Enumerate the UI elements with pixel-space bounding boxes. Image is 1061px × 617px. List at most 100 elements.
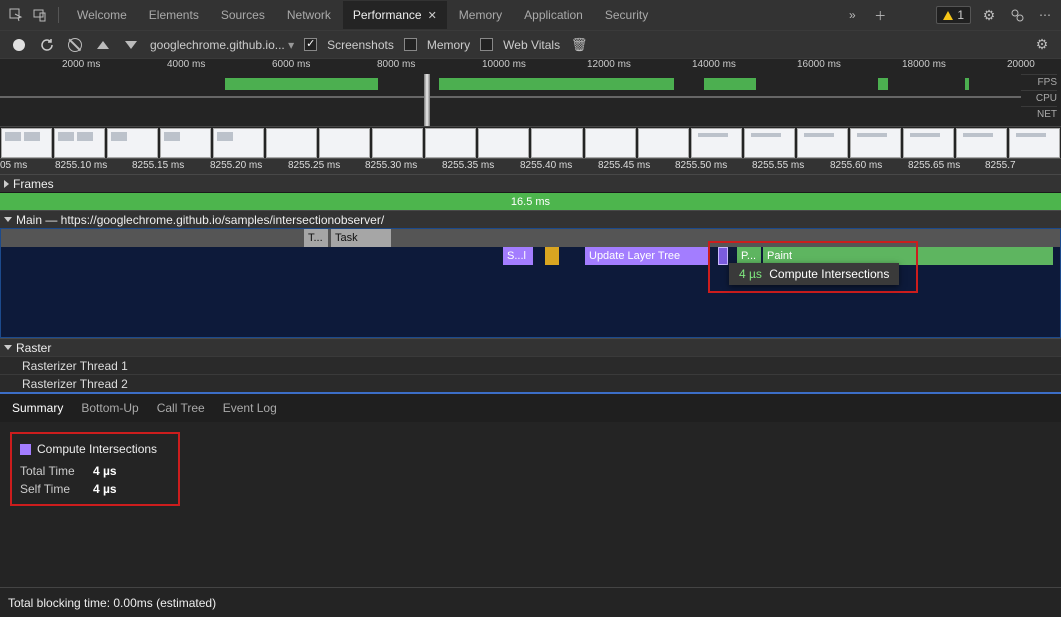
detail-tabs: Summary Bottom-Up Call Tree Event Log [0,392,1061,422]
summary-row: Total Time 4 µs [20,464,170,478]
screenshot-thumb[interactable] [319,128,370,158]
tab-summary[interactable]: Summary [12,401,63,415]
memory-checkbox[interactable] [404,38,417,51]
device-toggle-icon[interactable] [30,5,50,25]
tab-network[interactable]: Network [277,1,341,29]
toolbar-settings-icon[interactable]: ⚙ [1033,36,1051,54]
tab-bottomup[interactable]: Bottom-Up [81,401,138,415]
task-segment[interactable]: T... [304,229,328,247]
color-swatch [20,444,31,455]
flame-chart[interactable]: T... Task S...l Update Layer Tree P... P… [0,228,1061,338]
screenshot-thumb[interactable] [956,128,1007,158]
update-layer-tree-segment[interactable]: Update Layer Tree [585,247,709,265]
frames-lane: Frames 16.5 ms [0,174,1061,210]
summary-value: 4 µs [93,482,117,496]
settings-icon[interactable]: ⚙ [979,5,999,25]
screenshot-thumb[interactable] [1009,128,1060,158]
screenshot-thumb[interactable] [213,128,264,158]
summary-value: 4 µs [93,464,117,478]
screenshot-thumb[interactable] [850,128,901,158]
overview-minimap[interactable]: FPS CPU NET 2000 ms 4000 ms 6000 ms 8000… [0,58,1061,126]
frames-duration: 16.5 ms [511,196,550,208]
raster-thread[interactable]: Rasterizer Thread 2 [0,374,1061,392]
ov-tick: 12000 ms [587,59,631,70]
site-dropdown[interactable]: googlechrome.github.io... [150,38,294,52]
webvitals-checkbox[interactable] [480,38,493,51]
ruler-tick: 05 ms [0,160,27,171]
summary-row: Self Time 4 µs [20,482,170,496]
blocking-time-bar: Total blocking time: 0.00ms (estimated) [0,587,1061,617]
frames-header[interactable]: Frames [0,174,1061,192]
panel-tabs: Welcome Elements Sources Network Perform… [67,0,658,30]
ruler-tick: 8255.20 ms [210,160,262,171]
screenshot-thumb[interactable] [160,128,211,158]
screenshot-thumb[interactable] [903,128,954,158]
close-icon[interactable]: ✕ [428,9,437,22]
raster-header[interactable]: Raster [0,338,1061,356]
detail-ruler[interactable]: 05 ms 8255.10 ms 8255.15 ms 8255.20 ms 8… [0,158,1061,174]
download-button[interactable] [122,36,140,54]
screenshot-thumb[interactable] [372,128,423,158]
screenshot-thumb[interactable] [107,128,158,158]
ruler-tick: 8255.30 ms [365,160,417,171]
fps-label: FPS [1021,74,1057,90]
warnings-badge[interactable]: 1 [936,6,971,24]
expand-icon [4,180,9,188]
inspect-icon[interactable] [6,5,26,25]
warning-icon [943,11,953,20]
tab-application[interactable]: Application [514,1,593,29]
tab-security[interactable]: Security [595,1,658,29]
screenshot-thumb[interactable] [266,128,317,158]
overview-body[interactable] [0,74,1021,126]
tab-welcome[interactable]: Welcome [67,1,137,29]
more-tabs-icon[interactable]: » [842,5,862,25]
layout-segment[interactable]: S...l [503,247,533,265]
tab-sources[interactable]: Sources [211,1,275,29]
ov-tick: 4000 ms [167,59,205,70]
cpu-label: CPU [1021,90,1057,106]
screenshot-thumb[interactable] [797,128,848,158]
frames-bar[interactable]: 16.5 ms [0,192,1061,210]
screenshot-thumb[interactable] [478,128,529,158]
screenshots-checkbox[interactable] [304,38,317,51]
summary-panel: Compute Intersections Total Time 4 µs Se… [10,432,180,506]
screenshot-thumb[interactable] [54,128,105,158]
ov-tick: 18000 ms [902,59,946,70]
tab-memory[interactable]: Memory [449,1,512,29]
ruler-tick: 8255.40 ms [520,160,572,171]
clear-button[interactable] [66,36,84,54]
summary-label: Self Time [20,482,85,496]
ruler-tick: 8255.50 ms [675,160,727,171]
account-icon[interactable] [1007,5,1027,25]
overview-window-handle[interactable] [424,74,430,126]
trash-icon[interactable]: 🗑 [570,36,588,54]
tab-calltree[interactable]: Call Tree [157,401,205,415]
compute-intersections-segment[interactable] [718,247,728,265]
screenshot-thumb[interactable] [425,128,476,158]
reload-button[interactable] [38,36,56,54]
screenshot-filmstrip[interactable] [0,126,1061,158]
ov-tick: 6000 ms [272,59,310,70]
upload-button[interactable] [94,36,112,54]
main-lane-header[interactable]: Main — https://googlechrome.github.io/sa… [0,210,1061,228]
screenshot-thumb[interactable] [1,128,52,158]
ruler-tick: 8255.35 ms [442,160,494,171]
add-tab-icon[interactable]: ＋ [870,5,890,25]
main-lane-label: Main — https://googlechrome.github.io/sa… [16,213,384,227]
screenshot-thumb[interactable] [638,128,689,158]
record-button[interactable] [10,36,28,54]
screenshot-thumb[interactable] [744,128,795,158]
task-segment[interactable]: Task [331,229,391,247]
net-label: NET [1021,106,1057,122]
tooltip-name: Compute Intersections [769,267,889,281]
tab-eventlog[interactable]: Event Log [223,401,277,415]
screenshot-thumb[interactable] [691,128,742,158]
script-segment[interactable] [545,247,559,265]
more-icon[interactable]: ⋯ [1035,5,1055,25]
screenshot-thumb[interactable] [531,128,582,158]
tab-performance[interactable]: Performance ✕ [343,1,447,29]
screenshots-label: Screenshots [327,38,394,52]
raster-thread[interactable]: Rasterizer Thread 1 [0,356,1061,374]
tab-elements[interactable]: Elements [139,1,209,29]
screenshot-thumb[interactable] [585,128,636,158]
